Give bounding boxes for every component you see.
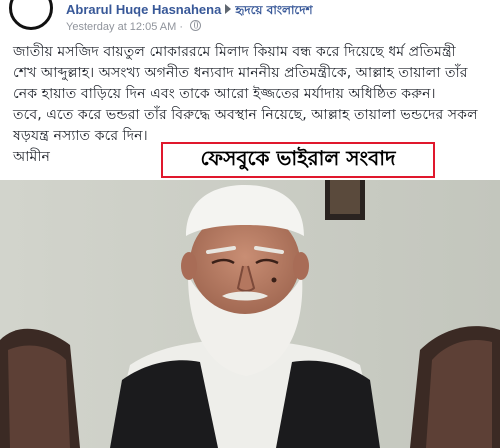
group-name-link[interactable]: হৃদয়ে বাংলাদেশ (235, 3, 312, 17)
post-body-line: শেখ আব্দুল্লাহ। অসংখ্য অগনীত ধন্যবাদ মান… (13, 65, 468, 81)
post-photo[interactable] (0, 180, 500, 448)
post-meta: Yesterday at 12:05 AM · (66, 20, 202, 33)
post-header: Abrarul Huqe Hasnahena হৃদয়ে বাংলাদেশ Ye… (0, 0, 500, 38)
post-body-line: জাতীয় মসজিদ বায়তুল মোকাররমে মিলাদ কিয়… (13, 44, 456, 60)
avatar[interactable] (9, 0, 53, 30)
globe-icon (190, 20, 202, 31)
post-timestamp[interactable]: Yesterday at 12:05 AM (66, 21, 176, 33)
author-name-link[interactable]: Abrarul Huqe Hasnahena (66, 2, 221, 17)
author-line: Abrarul Huqe Hasnahena হৃদয়ে বাংলাদেশ (66, 2, 313, 22)
post-body-line: তবে, এতে করে ভন্ডরা তাঁর বিরুদ্ধে অবস্থা… (13, 107, 478, 123)
caret-right-icon (225, 4, 232, 14)
portrait-image (0, 180, 500, 448)
post-body-line: নেক হায়াত বাড়িয়ে দিন এবং তাকে আরো ইজ্… (13, 86, 436, 102)
post-separator: · (179, 21, 184, 33)
viral-news-label: ফেসবুকে ভাইরাল সংবাদ (161, 142, 435, 178)
